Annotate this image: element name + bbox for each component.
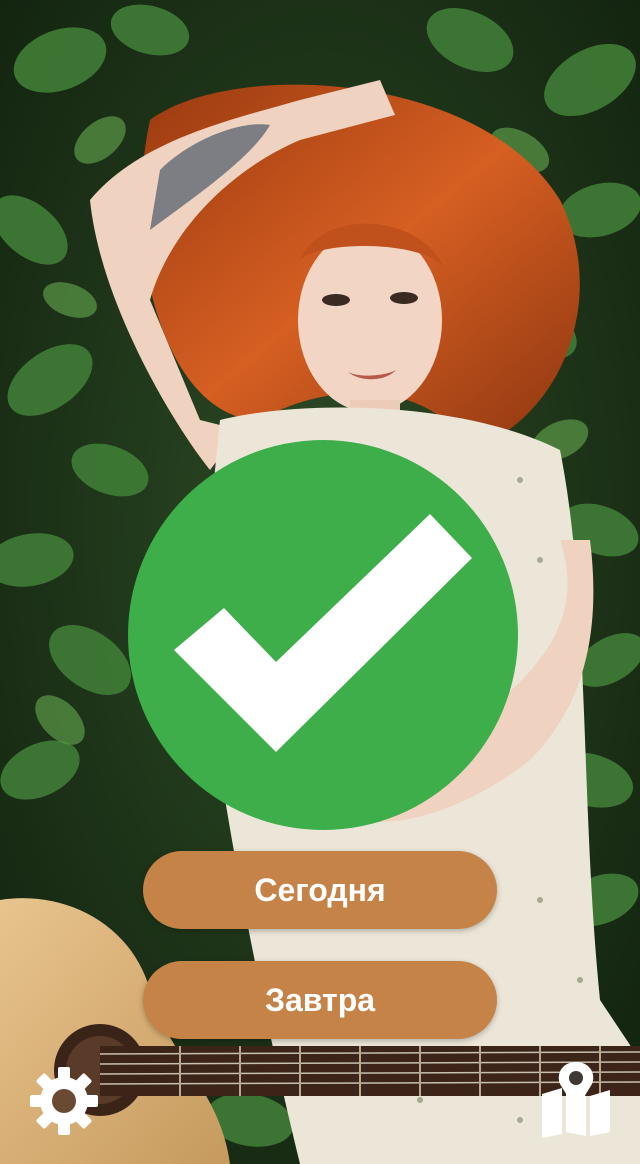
gear-icon[interactable] xyxy=(26,1063,102,1139)
app-screen: Сегодня Завтра xyxy=(0,0,640,1164)
map-pin-icon[interactable] xyxy=(538,1062,614,1138)
checkmark-icon xyxy=(128,440,518,830)
tomorrow-button[interactable]: Завтра xyxy=(143,961,497,1039)
today-button[interactable]: Сегодня xyxy=(143,851,497,929)
